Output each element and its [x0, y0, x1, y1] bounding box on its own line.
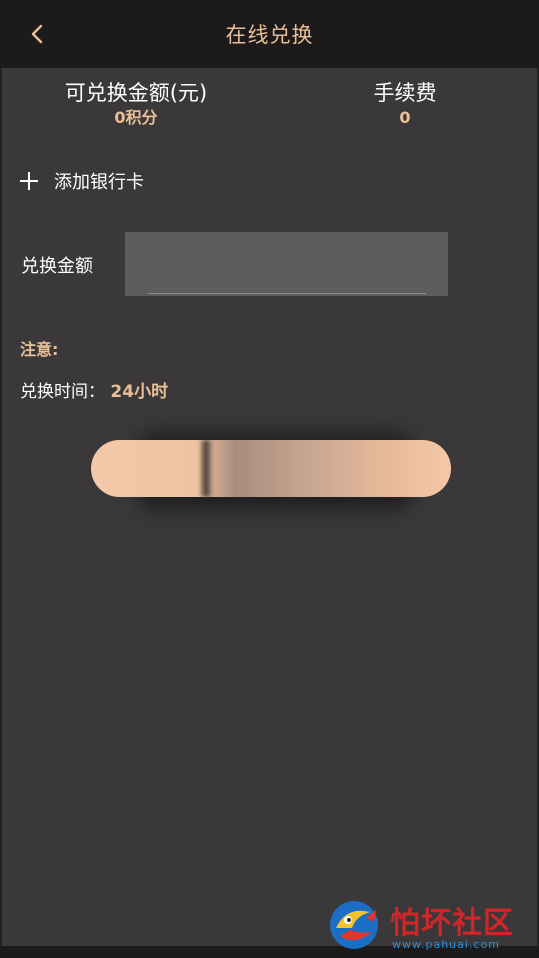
watermark-url: www.pahuai.com [392, 938, 500, 951]
stats-panel: 可兑换金额(元) 0积分 手续费 0 [0, 68, 539, 138]
frame-left [0, 0, 2, 958]
add-bank-card-button[interactable]: 添加银行卡 [20, 164, 144, 198]
amount-underline [148, 293, 426, 294]
available-amount-value: 0积分 [114, 108, 158, 127]
watermark-logo-icon [330, 901, 378, 949]
page-title: 在线兑换 [225, 23, 314, 47]
fee-value: 0 [399, 108, 411, 127]
submit-button-blur [200, 440, 212, 497]
available-amount-label: 可兑换金额(元) [64, 81, 208, 105]
exchange-time-label: 兑换时间： [20, 382, 105, 402]
available-amount: 可兑换金额(元) 0积分 [40, 78, 232, 128]
plus-icon [20, 172, 38, 190]
fee-label: 手续费 [373, 81, 437, 105]
notice-title: 注意: [20, 340, 59, 359]
amount-label: 兑换金额 [21, 256, 93, 277]
exchange-time-value: 24小时 [110, 382, 169, 402]
submit-button[interactable] [91, 440, 451, 497]
fee: 手续费 0 [340, 78, 470, 128]
amount-input[interactable] [125, 232, 448, 296]
chevron-left-icon [31, 24, 43, 44]
watermark-name: 怕坏社区 [390, 906, 514, 941]
add-bank-card-label: 添加银行卡 [54, 172, 144, 193]
exchange-time: 兑换时间： 24小时 [20, 377, 168, 402]
amount-row: 兑换金额 [20, 232, 450, 296]
watermark: 怕坏社区 www.pahuai.com [326, 896, 526, 954]
back-button[interactable] [26, 20, 52, 48]
top-bar: 在线兑换 [0, 0, 539, 68]
